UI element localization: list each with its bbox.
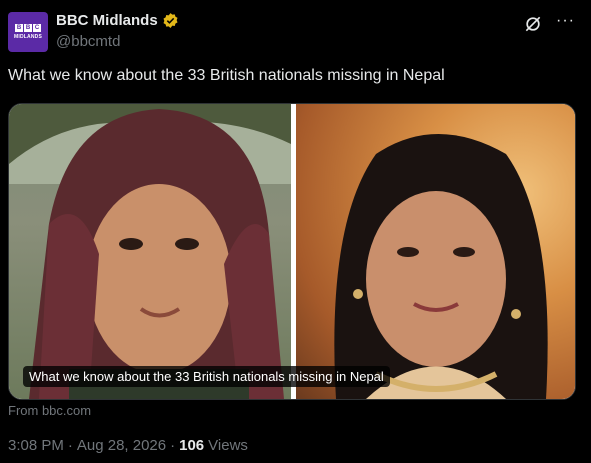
tweet-text: What we know about the 33 British nation… [8, 67, 445, 84]
meta-separator: · [67, 437, 73, 454]
bbc-logo-letter: C [33, 24, 41, 32]
card-caption[interactable]: What we know about the 33 British nation… [23, 366, 390, 387]
meta-separator: · [170, 437, 176, 454]
tweet-date[interactable]: Aug 28, 2026 [77, 437, 166, 454]
views-count[interactable]: 106 [179, 437, 204, 454]
more-options-icon[interactable]: ··· [556, 12, 575, 30]
tweet-meta: 3:08 PM · Aug 28, 2026 · 106 Views [8, 437, 248, 454]
views-label: Views [208, 437, 248, 454]
user-handle[interactable]: @bbcmtd [56, 33, 120, 50]
tweet-header: B B C MIDLANDS BBC Midlands @bbcmtd ··· [8, 10, 583, 54]
verified-badge-icon [163, 13, 178, 28]
bbc-logo-blocks: B B C [15, 24, 41, 32]
avatar[interactable]: B B C MIDLANDS [8, 12, 48, 52]
name-row: BBC Midlands [56, 12, 179, 29]
photo-woman-left [9, 104, 291, 399]
grok-icon[interactable] [523, 14, 543, 34]
bbc-logo-letter: B [15, 24, 23, 32]
link-card[interactable]: What we know about the 33 British nation… [8, 103, 576, 400]
avatar-label: MIDLANDS [14, 34, 42, 40]
card-source-link[interactable]: From bbc.com [8, 403, 91, 418]
photo-woman-right [296, 104, 575, 399]
tweet-time[interactable]: 3:08 PM [8, 437, 64, 454]
bbc-logo-letter: B [24, 24, 32, 32]
display-name[interactable]: BBC Midlands [56, 12, 158, 29]
